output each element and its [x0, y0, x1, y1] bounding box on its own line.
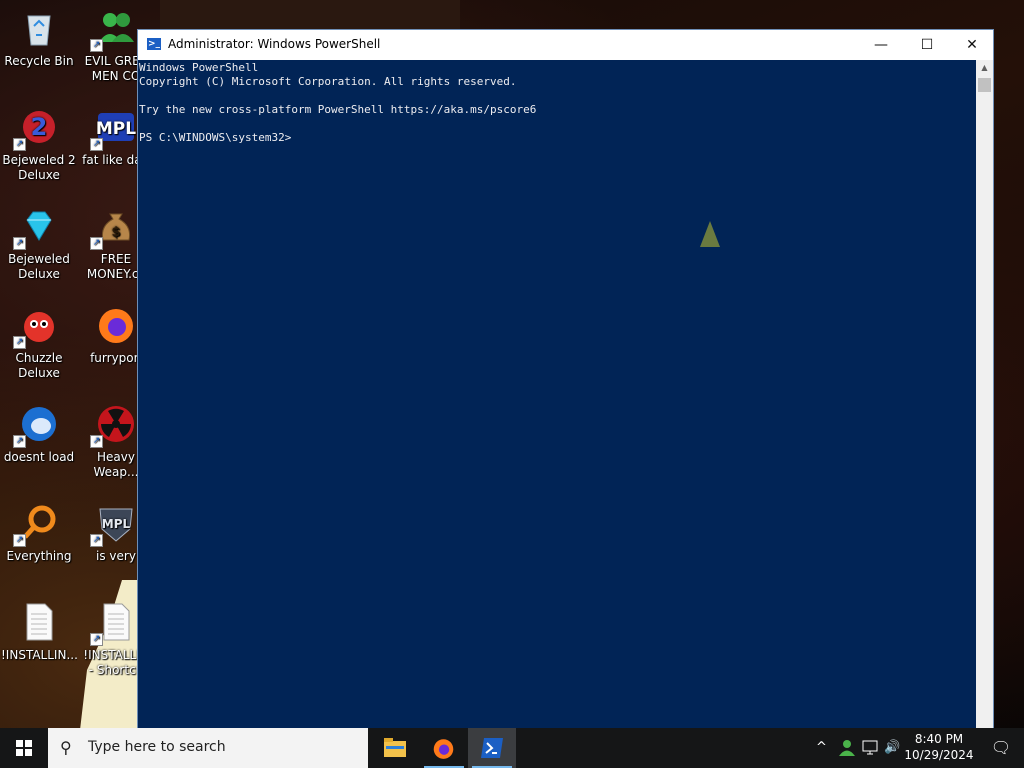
svg-text:MPL: MPL: [96, 119, 136, 139]
shortcut-arrow-icon: ↗: [13, 138, 26, 151]
clock-date: 10/29/2024: [904, 748, 974, 762]
shortcut-arrow-icon: ↗: [90, 534, 103, 547]
vertical-scrollbar[interactable]: ▲: [976, 60, 993, 728]
network-icon[interactable]: [862, 740, 880, 756]
shortcut-arrow-icon: ↗: [90, 633, 103, 646]
desktop-icon-label: Everything: [6, 549, 72, 563]
desktop-icon-label: Bejeweled Deluxe: [8, 252, 70, 281]
scrollbar-thumb[interactable]: [978, 78, 991, 92]
close-button[interactable]: ✕: [949, 30, 995, 60]
shortcut-arrow-icon: ↗: [90, 435, 103, 448]
desktop-icon-installing[interactable]: !INSTALLIN...: [1, 602, 77, 663]
file-explorer-icon: [384, 738, 406, 757]
firefox-icon: [433, 739, 454, 759]
mpl-shield-icon: MPL ↗: [90, 503, 136, 547]
show-hidden-icons-icon[interactable]: ^: [816, 728, 827, 768]
taskbar-firefox[interactable]: [420, 728, 468, 768]
desktop-icon-label: Bejeweled 2 Deluxe: [2, 153, 76, 182]
svg-text:MPL: MPL: [102, 517, 131, 531]
desktop-icon-bejeweled-deluxe[interactable]: ↗ Bejeweled Deluxe: [1, 206, 77, 282]
diamond-icon: ↗: [13, 206, 59, 250]
shortcut-arrow-icon: ↗: [90, 39, 103, 52]
taskbar-powershell[interactable]: [468, 728, 516, 768]
shortcut-arrow-icon: ↗: [90, 138, 103, 151]
console-line: Windows PowerShell: [139, 61, 259, 74]
clock-time: 8:40 PM: [914, 732, 964, 746]
scroll-up-icon[interactable]: ▲: [976, 60, 993, 76]
window-title: Administrator: Windows PowerShell: [168, 37, 381, 51]
powershell-icon: [481, 738, 503, 758]
wallpaper-stripe: [160, 0, 460, 30]
desktop-icon-label: doesnt load: [3, 450, 75, 464]
thunderbird-icon: ↗: [13, 404, 59, 448]
start-button[interactable]: [0, 728, 48, 768]
svg-text:$: $: [111, 225, 120, 240]
volume-icon[interactable]: 🔊: [884, 728, 900, 768]
user-status-icon[interactable]: [838, 739, 856, 757]
desktop-icon-label: Chuzzle Deluxe: [15, 351, 63, 380]
recycle-bin-icon: [19, 8, 59, 48]
search-box[interactable]: ⚲ Type here to search: [48, 728, 368, 768]
desktop-icon-chuzzle[interactable]: ↗ Chuzzle Deluxe: [1, 305, 77, 381]
system-clock[interactable]: 8:40 PM 10/29/2024: [902, 731, 976, 763]
notification-center-icon[interactable]: 🗨: [978, 728, 1024, 768]
console-area[interactable]: Windows PowerShell Copyright (C) Microso…: [138, 60, 977, 728]
search-placeholder: Type here to search: [88, 739, 226, 755]
shortcut-arrow-icon: ↗: [13, 237, 26, 250]
svg-text:2: 2: [31, 113, 48, 141]
shortcut-arrow-icon: ↗: [13, 435, 26, 448]
console-line: Copyright (C) Microsoft Corporation. All…: [139, 75, 517, 88]
console-line: Try the new cross-platform PowerShell ht…: [139, 103, 537, 116]
windows-logo-icon: [16, 740, 32, 756]
desktop-icon-recycle-bin[interactable]: Recycle Bin: [1, 8, 77, 69]
window-titlebar[interactable]: >_ Administrator: Windows PowerShell — ☐…: [138, 30, 993, 60]
people-icon: ↗: [90, 8, 136, 52]
mouse-cursor-icon: [700, 221, 720, 247]
desktop-icon-doesnt-load[interactable]: ↗ doesnt load: [1, 404, 77, 465]
taskbar: ⚲ Type here to search ^ 🔊 8:40 PM 10/29/…: [0, 728, 1024, 768]
console-prompt[interactable]: PS C:\WINDOWS\system32>: [139, 131, 291, 145]
text-file-icon: [19, 602, 59, 642]
desktop-icon-everything[interactable]: ↗ Everything: [1, 503, 77, 564]
radiation-icon: ↗: [90, 404, 136, 448]
bejeweled2-icon: 2 ↗: [13, 107, 59, 151]
chuzzle-icon: ↗: [13, 305, 59, 349]
money-bag-icon: $ ↗: [90, 206, 136, 250]
everything-search-icon: ↗: [13, 503, 59, 547]
maximize-button[interactable]: ☐: [904, 30, 950, 60]
desktop-icon-bejeweled-2[interactable]: 2 ↗ Bejeweled 2 Deluxe: [1, 107, 77, 183]
desktop-icon-label: Recycle Bin: [4, 54, 74, 68]
minimize-button[interactable]: —: [858, 30, 904, 60]
shortcut-arrow-icon: ↗: [13, 336, 26, 349]
shortcut-arrow-icon: ↗: [13, 534, 26, 547]
firefox-icon: [96, 305, 136, 345]
search-icon: ⚲: [60, 738, 72, 757]
powershell-window[interactable]: >_ Administrator: Windows PowerShell — ☐…: [137, 29, 994, 729]
taskbar-file-explorer[interactable]: [372, 728, 420, 768]
shortcut-arrow-icon: ↗: [90, 237, 103, 250]
powershell-icon: >_: [147, 38, 161, 50]
text-file-shortcut-icon: ↗: [90, 602, 136, 646]
mpl-icon: MPL ↗: [90, 107, 136, 151]
desktop-icon-label: !INSTALLIN...: [1, 648, 77, 662]
